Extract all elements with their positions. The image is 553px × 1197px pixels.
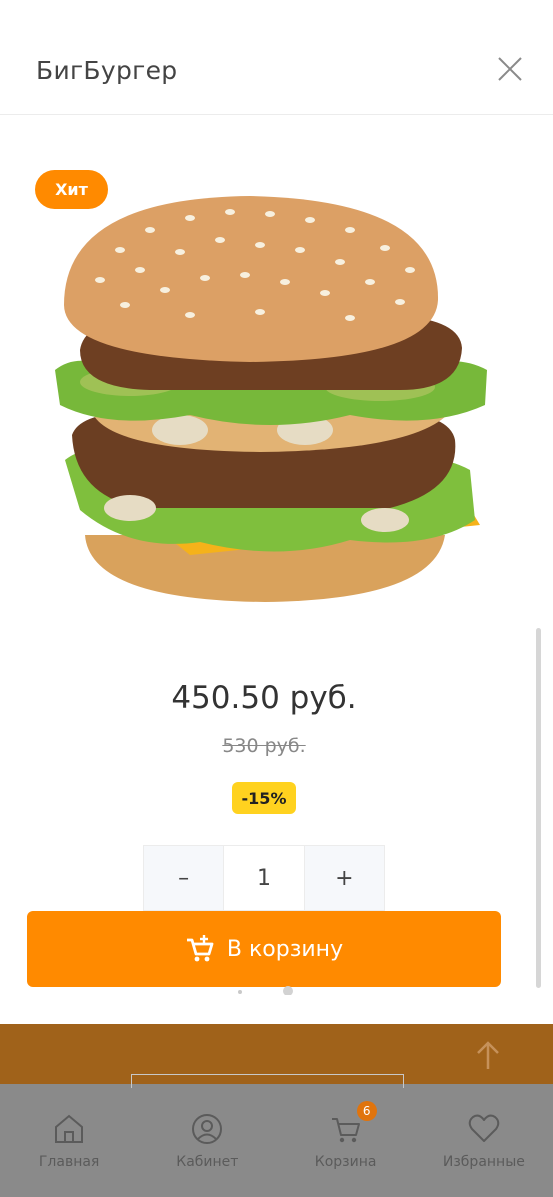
modal-header: БигБургер xyxy=(0,0,553,115)
nav-label-cabinet: Кабинет xyxy=(176,1154,239,1170)
arrow-up-icon[interactable] xyxy=(474,1040,502,1072)
quantity-stepper: – 1 + xyxy=(143,845,385,911)
burger-image xyxy=(55,196,487,602)
add-to-cart-button[interactable]: В корзину xyxy=(27,911,501,987)
decrease-button[interactable]: – xyxy=(144,846,224,910)
nav-item-favorites[interactable]: Избранные xyxy=(415,1084,553,1197)
home-icon xyxy=(55,1114,84,1143)
nav-label-favorites: Избранные xyxy=(442,1154,525,1170)
cart-count-badge: 6 xyxy=(356,1101,377,1121)
nav-label-home: Главная xyxy=(38,1154,100,1170)
hit-badge: Хит xyxy=(35,170,108,209)
cart-add-icon xyxy=(186,935,214,962)
increase-button[interactable]: + xyxy=(304,846,384,910)
nav-item-home[interactable]: Главная xyxy=(0,1084,138,1197)
bottom-nav: Главная Кабинет 6 Корзина Избранные xyxy=(0,1084,553,1197)
close-button[interactable] xyxy=(497,56,523,82)
product-modal: БигБургер Хит 450.50 руб. 530 руб. -15% … xyxy=(0,0,553,1024)
peek-icons xyxy=(238,986,293,995)
quantity-value[interactable]: 1 xyxy=(223,846,305,910)
add-to-cart-label: В корзину xyxy=(226,936,344,962)
close-icon xyxy=(498,57,522,81)
modal-scrollbar[interactable] xyxy=(536,628,541,988)
user-icon xyxy=(192,1114,223,1144)
old-price: 530 руб. xyxy=(222,735,306,757)
nav-item-cart[interactable]: 6 Корзина xyxy=(277,1084,415,1197)
price: 450.50 руб. xyxy=(171,680,357,716)
nav-item-cabinet[interactable]: Кабинет xyxy=(138,1084,276,1197)
modal-title: БигБургер xyxy=(36,56,178,85)
heart-icon xyxy=(468,1114,500,1142)
nav-label-cart: Корзина xyxy=(314,1154,377,1170)
cart-icon xyxy=(331,1118,360,1143)
discount-badge: -15% xyxy=(232,782,296,814)
